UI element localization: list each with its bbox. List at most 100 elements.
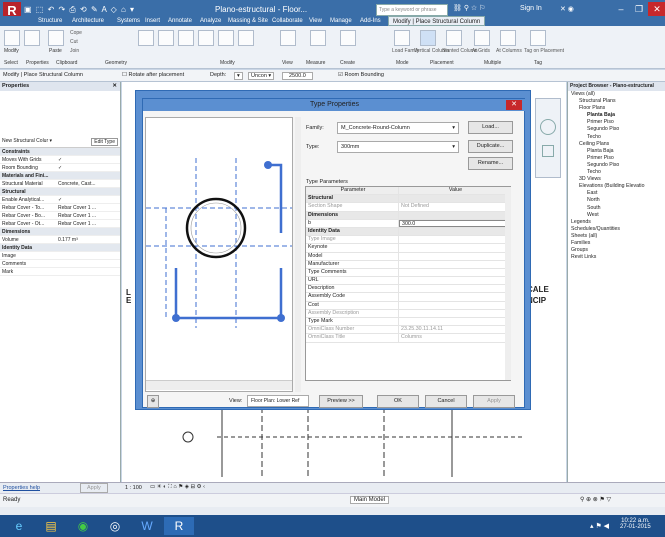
parameter-value[interactable] — [399, 253, 510, 260]
measure-icon[interactable] — [310, 30, 326, 46]
parameter-value[interactable] — [399, 228, 510, 235]
active-workset-dropdown[interactable]: Main Model — [350, 496, 390, 504]
uncon-dropdown[interactable]: Uncon ▾ — [248, 72, 275, 80]
property-row[interactable]: Room Bounding ✓ — [0, 164, 120, 172]
modify-tool-icon[interactable] — [4, 30, 20, 46]
move-icon[interactable] — [198, 30, 214, 46]
room-bounding-checkbox[interactable]: ☑ Room Bounding — [338, 72, 384, 78]
parameter-row[interactable]: Type Image — [306, 236, 510, 245]
parameter-group[interactable]: Identity Data — [306, 227, 510, 237]
properties-apply-button[interactable]: Apply — [80, 483, 108, 493]
property-group[interactable]: Dimensions — [0, 228, 120, 236]
parameter-row[interactable]: Section Shape Not Defined — [306, 203, 510, 212]
parameter-row[interactable]: Cost — [306, 301, 510, 310]
sign-in-link[interactable]: Sign In — [520, 5, 542, 12]
rotate-icon[interactable] — [238, 30, 254, 46]
tab-systems[interactable]: Systems — [117, 16, 140, 26]
parameter-row[interactable]: Manufacturer — [306, 260, 510, 269]
type-selector[interactable]: New Structural Colur ▾ Edit Type — [0, 137, 120, 148]
parameter-row[interactable]: b 300.0 — [306, 219, 510, 228]
property-value[interactable]: Rebar Cover 1 ... — [58, 213, 96, 219]
tab-manage[interactable]: Manage — [330, 16, 352, 26]
property-row[interactable]: Rebar Cover - To... Rebar Cover 1 ... — [0, 204, 120, 212]
property-group[interactable]: Identity Data — [0, 244, 120, 252]
browser-tree-item[interactable]: Techo — [568, 169, 665, 176]
parameter-value[interactable]: Columns — [399, 334, 510, 341]
browser-tree-item[interactable]: Planta Baja — [568, 148, 665, 155]
parameter-row[interactable]: OmniClass Title Columns — [306, 334, 510, 343]
parameter-group[interactable]: Structural — [306, 195, 510, 204]
browser-tree-item[interactable]: West — [568, 212, 665, 219]
zoom-icon[interactable] — [542, 145, 554, 157]
edit-type-button[interactable]: Edit Type — [91, 138, 118, 146]
parameter-value[interactable] — [399, 293, 510, 300]
cut-button[interactable]: Cut — [70, 39, 78, 45]
tab-architecture[interactable]: Architecture — [72, 16, 104, 26]
steering-wheel-icon[interactable] — [540, 119, 556, 135]
join-button[interactable]: Join — [70, 48, 79, 54]
offset-icon[interactable] — [158, 30, 174, 46]
parameter-value[interactable] — [399, 285, 510, 292]
parameter-value[interactable] — [399, 302, 510, 309]
tab-massing-site[interactable]: Massing & Site — [228, 16, 268, 26]
create-icon[interactable] — [340, 30, 356, 46]
exchange-icon[interactable]: ✕ ◉ — [560, 5, 574, 13]
property-row[interactable]: Moves With Grids ✓ — [0, 156, 120, 164]
browser-tree-item[interactable]: Segundo Piso — [568, 126, 665, 133]
parameter-value[interactable]: Not Defined — [399, 203, 510, 210]
help-tools-icons[interactable]: ⛓ ⚲ ☆ ⚐ — [453, 4, 485, 12]
browser-tree-item[interactable]: Planta Baja — [568, 112, 665, 119]
tab-insert[interactable]: Insert — [145, 16, 160, 26]
rotate-after-checkbox[interactable]: ☐ Rotate after placement — [122, 72, 184, 78]
panel-select[interactable]: Select — [4, 60, 18, 66]
ie-icon[interactable]: e — [4, 517, 34, 535]
close-icon[interactable]: ✕ — [112, 83, 117, 89]
media-icon[interactable]: ◎ — [100, 517, 130, 535]
at-grids-icon[interactable] — [474, 30, 490, 46]
at-columns-icon[interactable] — [500, 30, 516, 46]
parameter-row[interactable]: URL — [306, 277, 510, 286]
tab-annotate[interactable]: Annotate — [168, 16, 192, 26]
parameter-value[interactable] — [399, 310, 510, 317]
property-row[interactable]: Rebar Cover - Bo... Rebar Cover 1 ... — [0, 212, 120, 220]
search-input[interactable]: Type a keyword or phrase — [376, 4, 448, 16]
parameter-value[interactable] — [399, 236, 510, 243]
parameter-group[interactable]: Dimensions — [306, 211, 510, 220]
preview-zoom-button[interactable]: ⊕ — [147, 395, 159, 408]
family-dropdown[interactable]: M_Concrete-Round-Column ▾ — [337, 122, 459, 134]
minimize-button[interactable]: – — [612, 2, 630, 16]
explorer-icon[interactable]: ▤ — [36, 517, 66, 535]
load-family-icon[interactable] — [394, 30, 410, 46]
maximize-button[interactable]: ❐ — [630, 2, 648, 16]
browser-tree-item[interactable]: East — [568, 190, 665, 197]
property-value[interactable]: Rebar Cover 1 ... — [58, 205, 96, 211]
parameter-row[interactable]: Type Comments — [306, 268, 510, 278]
property-value[interactable]: ✓ — [58, 165, 62, 171]
navigation-bar[interactable] — [535, 98, 561, 178]
tab-add-ins[interactable]: Add-Ins — [360, 16, 381, 26]
ok-button[interactable]: OK — [377, 395, 419, 408]
tag-on-placement-icon[interactable] — [530, 30, 546, 46]
cope-button[interactable]: Cope — [70, 30, 82, 36]
preview-button[interactable]: Preview >> — [319, 395, 363, 408]
parameter-value[interactable] — [399, 212, 510, 219]
browser-tree-item[interactable]: Views (all) — [568, 91, 665, 98]
property-row[interactable]: Mark — [0, 268, 120, 276]
browser-tree-item[interactable]: Revit Links — [568, 254, 665, 261]
rename-button[interactable]: Rename... — [468, 157, 513, 170]
property-value[interactable]: Concrete, Cast... — [58, 181, 96, 187]
property-group[interactable]: Structural — [0, 188, 120, 196]
browser-tree-item[interactable]: Primer Piso — [568, 119, 665, 126]
property-group[interactable]: Materials and Fini... — [0, 172, 120, 180]
parameter-value[interactable] — [399, 195, 510, 202]
tab-collaborate[interactable]: Collaborate — [272, 16, 303, 26]
browser-tree-item[interactable]: South — [568, 205, 665, 212]
align-icon[interactable] — [138, 30, 154, 46]
parameter-row[interactable]: Description — [306, 285, 510, 294]
property-value[interactable]: ✓ — [58, 157, 62, 163]
parameter-value[interactable] — [399, 261, 510, 268]
depth-dropdown[interactable]: ▾ — [234, 72, 243, 80]
property-group[interactable]: Constraints — [0, 148, 120, 156]
property-value[interactable]: 0.177 m³ — [58, 237, 78, 243]
browser-tree-item[interactable]: Structural Plans — [568, 98, 665, 105]
